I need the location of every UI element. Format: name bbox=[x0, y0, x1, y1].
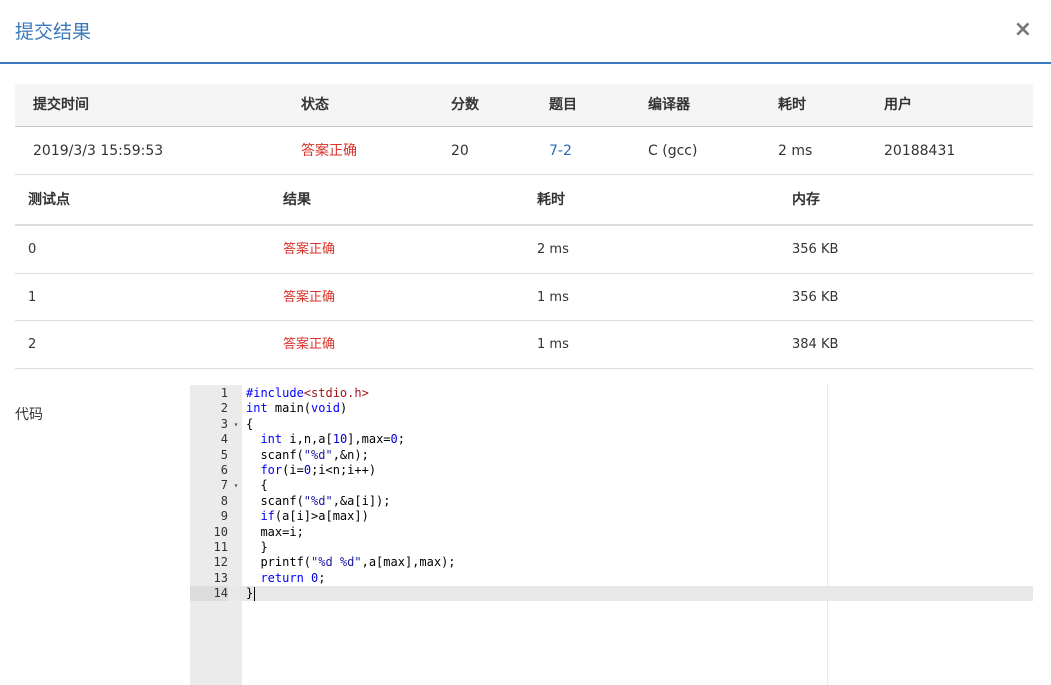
case-result: 答案正确 bbox=[283, 289, 336, 305]
case-memory: 356 KB bbox=[792, 242, 839, 257]
table-row: 0 答案正确 2 ms 356 KB bbox=[15, 226, 1033, 274]
code-line[interactable]: 13 return 0; bbox=[190, 571, 1033, 586]
line-number: 5 bbox=[220, 447, 228, 462]
line-number: 13 bbox=[213, 570, 228, 585]
header-memory: 内存 bbox=[792, 192, 820, 208]
code-line[interactable]: 9 if(a[i]>a[max]) bbox=[190, 509, 1033, 524]
code-text: scanf("%d",&n); bbox=[246, 447, 369, 462]
case-result: 答案正确 bbox=[283, 337, 336, 352]
code-line[interactable]: 12 printf("%d %d",a[max],max); bbox=[190, 555, 1033, 570]
code-text: #include<stdio.h> bbox=[246, 386, 369, 400]
header-problem: 题目 bbox=[549, 97, 577, 113]
line-number: 9 bbox=[220, 509, 228, 524]
line-number: 6 bbox=[220, 462, 228, 477]
code-label: 代码 bbox=[15, 407, 43, 423]
code-text: { bbox=[246, 416, 254, 431]
cases-header-row: 测试点 结果 耗时 内存 bbox=[15, 176, 1033, 226]
code-text: for(i=0;i<n;i++) bbox=[260, 462, 377, 477]
code-text: max=i; bbox=[246, 524, 304, 539]
code-line[interactable]: 11 } bbox=[190, 540, 1033, 555]
text-cursor bbox=[254, 586, 256, 601]
line-number: 1 bbox=[220, 386, 228, 400]
header-case-time: 耗时 bbox=[537, 192, 565, 208]
case-time: 2 ms bbox=[537, 242, 569, 257]
case-time: 1 ms bbox=[537, 289, 569, 305]
header-user: 用户 bbox=[884, 97, 912, 113]
compiler: C (gcc) bbox=[648, 143, 698, 159]
submission-summary-table: 提交时间 状态 分数 题目 编译器 耗时 用户 2019/3/3 15:59:5… bbox=[15, 84, 1033, 175]
code-line[interactable]: 6 for(i=0;i<n;i++) bbox=[190, 463, 1033, 478]
code-line[interactable]: 3 ▾ { bbox=[190, 417, 1033, 432]
line-number: 4 bbox=[220, 432, 228, 447]
code-line[interactable]: 5 scanf("%d",&n); bbox=[190, 448, 1033, 463]
code-line[interactable]: 7 ▾ { bbox=[190, 478, 1033, 493]
code-line[interactable]: 8 scanf("%d",&a[i]); bbox=[190, 494, 1033, 509]
line-number: 10 bbox=[213, 524, 228, 539]
code-line[interactable]: 10 max=i; bbox=[190, 525, 1033, 540]
line-number: 3 bbox=[220, 416, 228, 431]
code-editor[interactable]: 1 #include<stdio.h> 2 int main(void) 3 ▾{4 in… bbox=[190, 385, 1033, 685]
problem-link[interactable]: 7-2 bbox=[549, 127, 572, 175]
header-compiler: 编译器 bbox=[648, 97, 690, 113]
fold-arrow-icon[interactable]: ▾ bbox=[231, 417, 241, 432]
header-elapsed: 耗时 bbox=[778, 97, 806, 113]
user-id: 20188431 bbox=[884, 143, 956, 159]
case-id: 1 bbox=[28, 289, 37, 305]
code-lines[interactable]: 1 #include<stdio.h> 2 int main(void) 3 ▾{4 in… bbox=[190, 386, 1033, 602]
code-text: } bbox=[246, 539, 268, 554]
elapsed-time: 2 ms bbox=[778, 143, 813, 159]
table-row: 2 答案正确 1 ms 384 KB bbox=[15, 321, 1033, 369]
code-line[interactable]: 14} bbox=[190, 586, 1033, 602]
code-text: int main(void) bbox=[246, 401, 348, 416]
dialog-title: 提交结果 bbox=[15, 21, 92, 43]
case-result: 答案正确 bbox=[283, 242, 336, 257]
submit-time: 2019/3/3 15:59:53 bbox=[33, 143, 164, 159]
score: 20 bbox=[451, 143, 469, 159]
summary-header-row: 提交时间 状态 分数 题目 编译器 耗时 用户 bbox=[15, 84, 1033, 127]
line-number: 14 bbox=[190, 586, 228, 602]
summary-row: 2019/3/3 15:59:53 答案正确 20 7-2 C (gcc) 2 … bbox=[15, 127, 1033, 175]
code-line[interactable]: 2 int main(void) bbox=[190, 401, 1033, 416]
code-text: return 0; bbox=[260, 570, 326, 585]
code-text: int i,n,a[10],max=0; bbox=[260, 432, 405, 447]
close-icon[interactable]: × bbox=[1014, 17, 1032, 43]
fold-arrow-icon[interactable]: ▾ bbox=[231, 478, 241, 493]
case-memory: 384 KB bbox=[792, 337, 839, 352]
line-number: 2 bbox=[220, 401, 228, 416]
line-number: 7 bbox=[220, 478, 228, 493]
line-number: 11 bbox=[213, 539, 228, 554]
code-text: if(a[i]>a[max]) bbox=[260, 509, 369, 524]
case-memory: 356 KB bbox=[792, 289, 839, 305]
code-line[interactable]: 1 #include<stdio.h> bbox=[190, 386, 1033, 401]
status-badge: 答案正确 bbox=[301, 143, 357, 159]
code-line[interactable]: 4 int i,n,a[10],max=0; bbox=[190, 432, 1033, 447]
test-case-table: 测试点 结果 耗时 内存 0 答案正确 2 ms 356 KB 1 答案正确 1… bbox=[15, 176, 1033, 369]
header-submit-time: 提交时间 bbox=[33, 97, 89, 113]
header-result: 结果 bbox=[283, 192, 311, 208]
header-test-point: 测试点 bbox=[28, 192, 70, 208]
code-text: scanf("%d",&a[i]); bbox=[246, 493, 391, 508]
case-id: 2 bbox=[28, 337, 37, 352]
line-number: 8 bbox=[220, 493, 228, 508]
header-score: 分数 bbox=[451, 97, 479, 113]
table-row: 1 答案正确 1 ms 356 KB bbox=[15, 274, 1033, 321]
case-id: 0 bbox=[28, 242, 37, 257]
case-time: 1 ms bbox=[537, 337, 569, 352]
code-text: printf("%d %d",a[max],max); bbox=[246, 555, 456, 570]
dialog-header: 提交结果 × bbox=[0, 0, 1051, 64]
code-text: { bbox=[246, 478, 268, 493]
code-text: } bbox=[246, 586, 256, 601]
header-status: 状态 bbox=[301, 97, 329, 113]
line-number: 12 bbox=[213, 555, 228, 570]
